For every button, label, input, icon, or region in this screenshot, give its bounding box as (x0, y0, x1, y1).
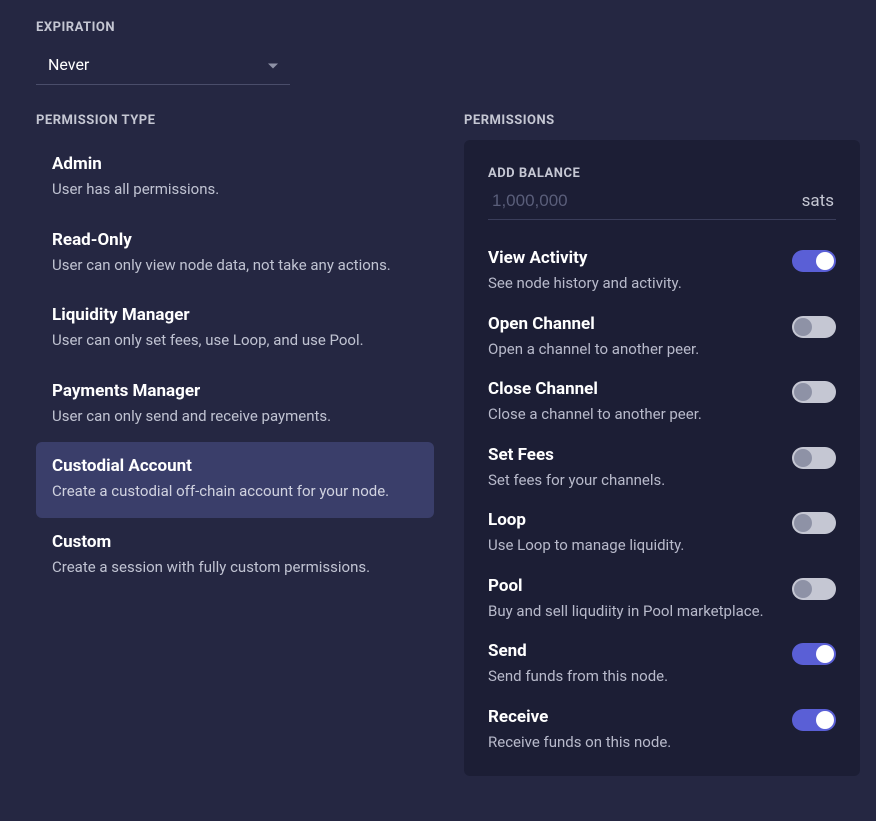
permission-toggle-title: Open Channel (488, 314, 776, 334)
expiration-value: Never (48, 55, 89, 74)
toggle-knob (816, 252, 834, 270)
permission-toggle-desc: Use Loop to manage liquidity. (488, 536, 776, 556)
permission-toggle-row: Open Channel Open a channel to another pe… (488, 314, 836, 360)
permission-type-title: Custodial Account (52, 456, 418, 476)
toggle-knob (794, 449, 812, 467)
permission-type-desc: Create a session with fully custom permi… (52, 558, 418, 578)
permission-toggle-desc: Open a channel to another peer. (488, 340, 776, 360)
permission-toggle-text: Open Channel Open a channel to another pe… (488, 314, 792, 360)
permission-type-desc: User can only send and receive payments. (52, 407, 418, 427)
permission-toggle-switch[interactable] (792, 709, 836, 731)
permission-toggle-desc: Set fees for your channels. (488, 471, 776, 491)
permission-toggle-row: Send Send funds from this node. (488, 641, 836, 687)
toggle-knob (794, 383, 812, 401)
expiration-section: EXPIRATION Never (36, 20, 860, 85)
toggle-knob (816, 711, 834, 729)
permission-toggle-desc: Send funds from this node. (488, 667, 776, 687)
permission-type-desc: User can only set fees, use Loop, and us… (52, 331, 418, 351)
expiration-select[interactable]: Never (36, 47, 290, 85)
permission-type-title: Payments Manager (52, 381, 418, 401)
permission-toggle-switch[interactable] (792, 316, 836, 338)
expiration-label: EXPIRATION (36, 20, 860, 35)
permission-toggle-title: Pool (488, 576, 776, 596)
permission-toggle-desc: Close a channel to another peer. (488, 405, 776, 425)
toggle-knob (794, 514, 812, 532)
permission-toggle-text: Loop Use Loop to manage liquidity. (488, 510, 792, 556)
add-balance-input[interactable] (488, 191, 802, 211)
permissions-panel: ADD BALANCE sats View Activity See node h… (464, 140, 860, 776)
permission-toggle-desc: See node history and activity. (488, 274, 776, 294)
permission-toggle-row: Close Channel Close a channel to another … (488, 379, 836, 425)
permission-type-title: Read-Only (52, 230, 418, 250)
permission-toggle-row: Set Fees Set fees for your channels. (488, 445, 836, 491)
permission-toggle-title: Loop (488, 510, 776, 530)
permission-toggle-title: Receive (488, 707, 776, 727)
permission-toggle-text: Pool Buy and sell liqudiity in Pool marke… (488, 576, 792, 622)
permission-toggle-switch[interactable] (792, 578, 836, 600)
permission-toggle-switch[interactable] (792, 250, 836, 272)
permission-toggle-row: Receive Receive funds on this node. (488, 707, 836, 753)
add-balance-row: sats (488, 191, 836, 220)
permission-toggle-text: Close Channel Close a channel to another … (488, 379, 792, 425)
permission-type-item[interactable]: Custodial Account Create a custodial off-… (36, 442, 434, 518)
permission-toggle-text: Send Send funds from this node. (488, 641, 792, 687)
permission-toggle-text: Receive Receive funds on this node. (488, 707, 792, 753)
permission-type-list: Admin User has all permissions. Read-Only U… (36, 140, 434, 593)
toggle-knob (816, 645, 834, 663)
permission-type-title: Custom (52, 532, 418, 552)
permission-type-desc: User has all permissions. (52, 180, 418, 200)
permission-type-column: PERMISSION TYPE Admin User has all permis… (36, 113, 434, 776)
permission-toggle-switch[interactable] (792, 447, 836, 469)
permission-toggle-desc: Receive funds on this node. (488, 733, 776, 753)
permission-toggle-title: View Activity (488, 248, 776, 268)
permission-type-desc: User can only view node data, not take a… (52, 256, 418, 276)
permission-toggle-switch[interactable] (792, 512, 836, 534)
permission-type-item[interactable]: Liquidity Manager User can only set fees,… (36, 291, 434, 367)
permission-toggle-row: View Activity See node history and activi… (488, 248, 836, 294)
permission-toggle-row: Loop Use Loop to manage liquidity. (488, 510, 836, 556)
permission-toggle-title: Set Fees (488, 445, 776, 465)
permission-toggle-text: View Activity See node history and activi… (488, 248, 792, 294)
permission-type-label: PERMISSION TYPE (36, 113, 434, 128)
permissions-column: PERMISSIONS ADD BALANCE sats View Activi… (464, 113, 860, 776)
toggle-knob (794, 318, 812, 336)
permission-type-title: Admin (52, 154, 418, 174)
permission-toggle-text: Set Fees Set fees for your channels. (488, 445, 792, 491)
permission-toggle-row: Pool Buy and sell liqudiity in Pool marke… (488, 576, 836, 622)
permission-toggle-desc: Buy and sell liqudiity in Pool marketpla… (488, 602, 776, 622)
permission-toggle-list: View Activity See node history and activi… (488, 248, 836, 752)
add-balance-label: ADD BALANCE (488, 166, 836, 181)
permission-toggle-title: Close Channel (488, 379, 776, 399)
permission-toggle-switch[interactable] (792, 643, 836, 665)
permission-type-item[interactable]: Custom Create a session with fully custom… (36, 518, 434, 594)
permission-type-title: Liquidity Manager (52, 305, 418, 325)
columns: PERMISSION TYPE Admin User has all permis… (36, 113, 860, 776)
permission-type-desc: Create a custodial off-chain account for… (52, 482, 418, 502)
permission-type-item[interactable]: Payments Manager User can only send and r… (36, 367, 434, 443)
chevron-down-icon (268, 63, 278, 68)
balance-unit: sats (802, 191, 836, 211)
permission-toggle-switch[interactable] (792, 381, 836, 403)
permissions-label: PERMISSIONS (464, 113, 860, 128)
toggle-knob (794, 580, 812, 598)
permission-type-item[interactable]: Admin User has all permissions. (36, 140, 434, 216)
permission-toggle-title: Send (488, 641, 776, 661)
permission-type-item[interactable]: Read-Only User can only view node data, n… (36, 216, 434, 292)
